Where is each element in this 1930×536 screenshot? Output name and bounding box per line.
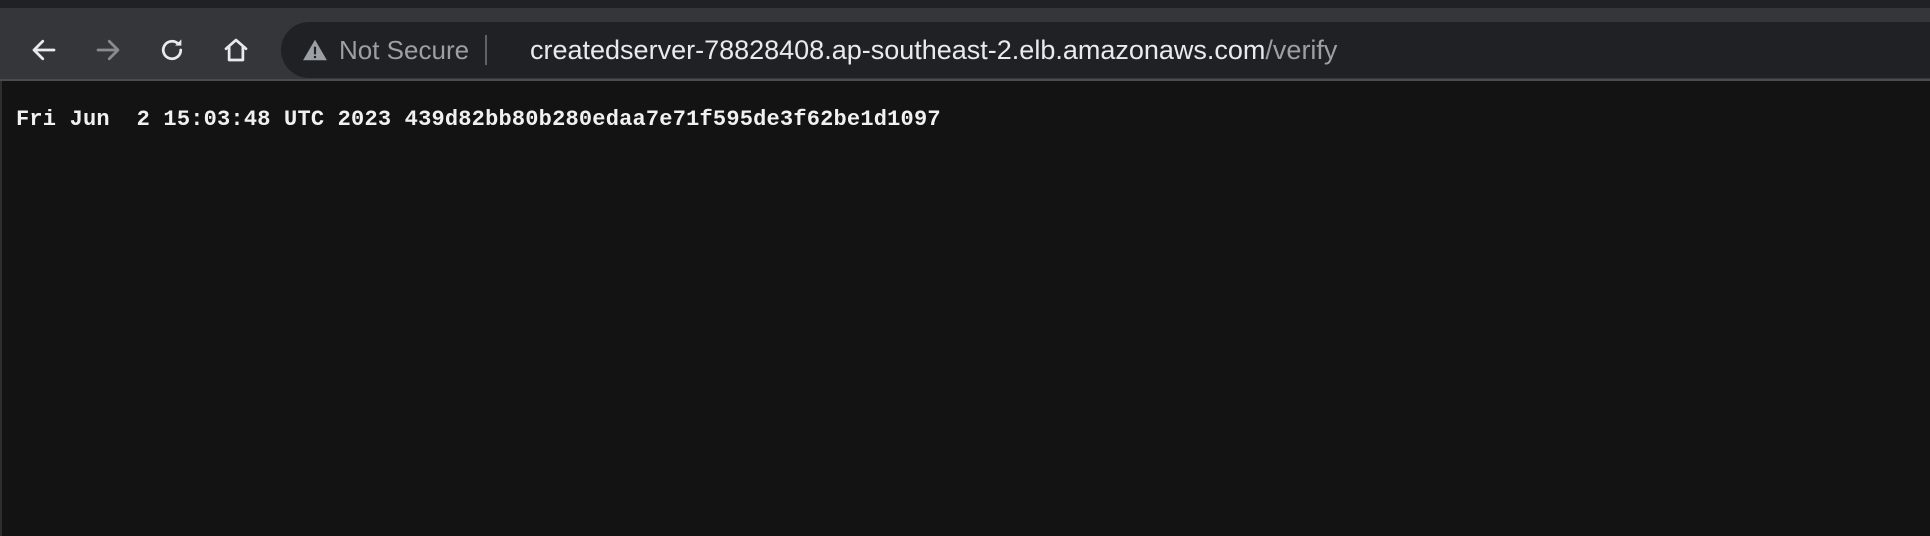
arrow-right-icon [96, 39, 120, 61]
url-path: /verify [1265, 35, 1338, 65]
browser-window: Not Secure createdserver-78828408.ap-sou… [0, 0, 1930, 536]
tab-strip [0, 0, 1930, 8]
not-secure-label: Not Secure [339, 34, 470, 65]
omnibox-divider [485, 35, 488, 65]
home-icon [224, 38, 248, 62]
page-content: Fri Jun 2 15:03:48 UTC 2023 439d82bb80b2… [0, 81, 1930, 536]
back-button[interactable] [21, 27, 67, 73]
browser-toolbar: Not Secure createdserver-78828408.ap-sou… [0, 8, 1930, 79]
security-indicator[interactable]: Not Secure [301, 22, 488, 78]
page-body-text: Fri Jun 2 15:03:48 UTC 2023 439d82bb80b2… [16, 107, 941, 132]
arrow-left-icon [32, 39, 56, 61]
address-bar[interactable]: Not Secure createdserver-78828408.ap-sou… [281, 22, 1930, 78]
home-button[interactable] [213, 27, 259, 73]
reload-icon [161, 39, 183, 61]
warning-triangle-icon [301, 36, 329, 64]
url-text[interactable]: createdserver-78828408.ap-southeast-2.el… [530, 22, 1337, 78]
forward-button[interactable] [85, 27, 131, 73]
reload-button[interactable] [149, 27, 195, 73]
url-host: createdserver-78828408.ap-southeast-2.el… [530, 35, 1266, 65]
